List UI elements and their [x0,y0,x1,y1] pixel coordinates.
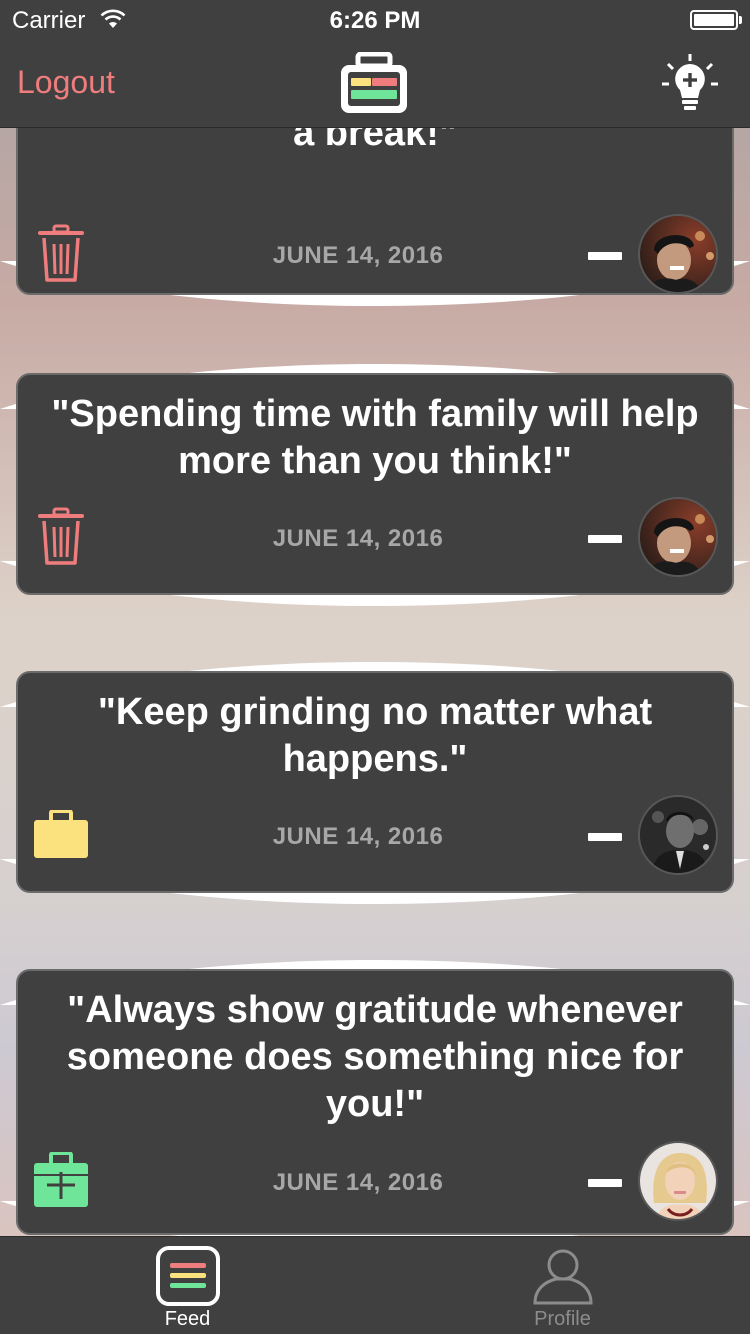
profile-icon [530,1245,596,1312]
tab-profile-label: Profile [534,1308,591,1330]
user-avatar-cap[interactable] [638,214,718,294]
quote-card[interactable]: "Don't ever do it. Even the best need a … [16,128,734,295]
quote-text: "Always show gratitude whenever someone … [66,989,684,1125]
remove-minus-icon[interactable] [588,535,622,543]
trash-icon[interactable] [38,224,84,289]
status-time: 6:26 PM [329,7,421,34]
battery-icon [690,10,738,30]
user-avatar-cap[interactable] [638,497,718,577]
quote-text: "Spending time with family will help mor… [51,393,699,482]
user-avatar-bw[interactable] [638,795,718,875]
logout-button[interactable]: Logout [17,64,115,101]
add-idea-lightbulb-icon[interactable] [660,54,720,119]
battery-tip [739,16,742,24]
tab-profile[interactable]: Profile [375,1237,750,1334]
quote-text: "Don't ever do it. Even the best need a … [293,128,457,154]
remove-minus-icon[interactable] [588,252,622,260]
tab-bar: Feed Profile [0,1236,750,1334]
quote-card[interactable]: "Spending time with family will help mor… [16,373,734,595]
user-avatar-blonde[interactable] [638,1141,718,1221]
quote-date: JUNE 14, 2016 [272,525,444,552]
feed-icon [155,1245,221,1312]
quote-date: JUNE 14, 2016 [272,242,444,269]
status-bar: Carrier 6:26 PM [0,0,750,40]
nav-bar: Logout [0,40,750,128]
quote-card[interactable]: "Keep grinding no matter what happens." J… [16,671,734,893]
lunchbox-logo-icon[interactable] [336,51,412,121]
feed-list[interactable]: "Don't ever do it. Even the best need a … [0,128,750,1236]
tab-feed[interactable]: Feed [0,1237,375,1334]
remove-minus-icon[interactable] [588,1179,622,1187]
remove-minus-icon[interactable] [588,833,622,841]
quote-date: JUNE 14, 2016 [272,823,444,850]
quote-date: JUNE 14, 2016 [272,1169,444,1196]
trash-icon[interactable] [38,507,84,572]
add-briefcase-icon[interactable] [32,1151,90,1215]
briefcase-icon[interactable] [32,809,90,865]
quote-card[interactable]: "Always show gratitude whenever someone … [16,969,734,1235]
quote-text: "Keep grinding no matter what happens." [97,691,653,780]
tab-feed-label: Feed [164,1308,211,1330]
